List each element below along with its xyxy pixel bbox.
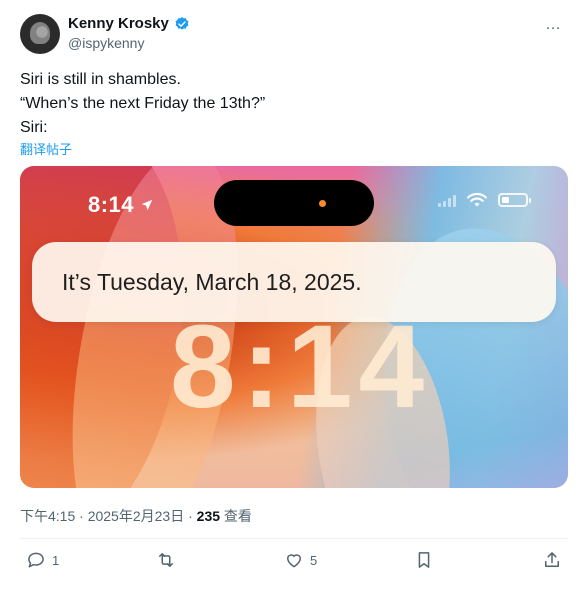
retweet-icon: [159, 553, 173, 567]
author-handle[interactable]: @ispykenny: [68, 35, 144, 51]
tweet-actions-bar: 1 5: [20, 548, 568, 578]
tweet-time[interactable]: 下午4:15: [20, 508, 75, 524]
meta-separator: ·: [79, 508, 84, 524]
share-button[interactable]: [542, 550, 562, 570]
reply-button[interactable]: 1: [26, 550, 59, 570]
tweet-text: Siri is still in shambles. “When’s the n…: [20, 68, 265, 140]
author-name-row: Kenny Krosky: [68, 15, 190, 32]
divider: [20, 538, 568, 539]
like-count: 5: [310, 552, 318, 568]
tweet-line: “When’s the next Friday the 13th?”: [20, 95, 266, 112]
bookmark-button[interactable]: [414, 550, 434, 570]
lockscreen-clock: 8:14: [170, 301, 431, 433]
wifi-icon: [467, 192, 487, 207]
tweet-media-image[interactable]: 8:14 8:14 It’s Tuesday, March 18, 2025.: [20, 166, 568, 488]
status-bar-time: 8:14: [88, 192, 154, 218]
translate-post-link[interactable]: 翻译帖子: [20, 139, 72, 158]
privacy-indicator-dot: [319, 200, 326, 207]
reply-icon: [28, 552, 44, 568]
like-button[interactable]: 5: [284, 550, 317, 570]
tweet-line: Siri:: [20, 119, 48, 136]
siri-response-bubble: It’s Tuesday, March 18, 2025.: [32, 242, 556, 322]
tweet-metadata: 下午4:15 · 2025年2月23日 · 235 查看: [20, 506, 252, 526]
avatar[interactable]: [20, 14, 60, 54]
tweet-date[interactable]: 2025年2月23日: [88, 508, 185, 524]
more-options-icon[interactable]: …: [545, 16, 562, 34]
cellular-signal-icon: [438, 193, 456, 207]
status-time-text: 8:14: [88, 192, 135, 217]
dynamic-island: [214, 180, 374, 226]
views-label: 查看: [223, 508, 252, 524]
siri-response-text: It’s Tuesday, March 18, 2025.: [62, 268, 362, 295]
meta-separator: ·: [188, 508, 193, 524]
author-name[interactable]: Kenny Krosky: [68, 15, 169, 32]
bookmark-icon: [418, 552, 430, 568]
battery-icon: [498, 193, 531, 207]
share-icon: [545, 552, 559, 567]
retweet-button[interactable]: [156, 550, 182, 570]
tweet-line: Siri is still in shambles.: [20, 71, 181, 88]
location-arrow-icon: [141, 199, 153, 211]
status-bar-icons: [438, 192, 531, 208]
views-count: 235: [196, 508, 221, 524]
heart-icon: [287, 554, 301, 568]
reply-count: 1: [52, 552, 60, 568]
verified-badge-icon: [175, 16, 189, 30]
